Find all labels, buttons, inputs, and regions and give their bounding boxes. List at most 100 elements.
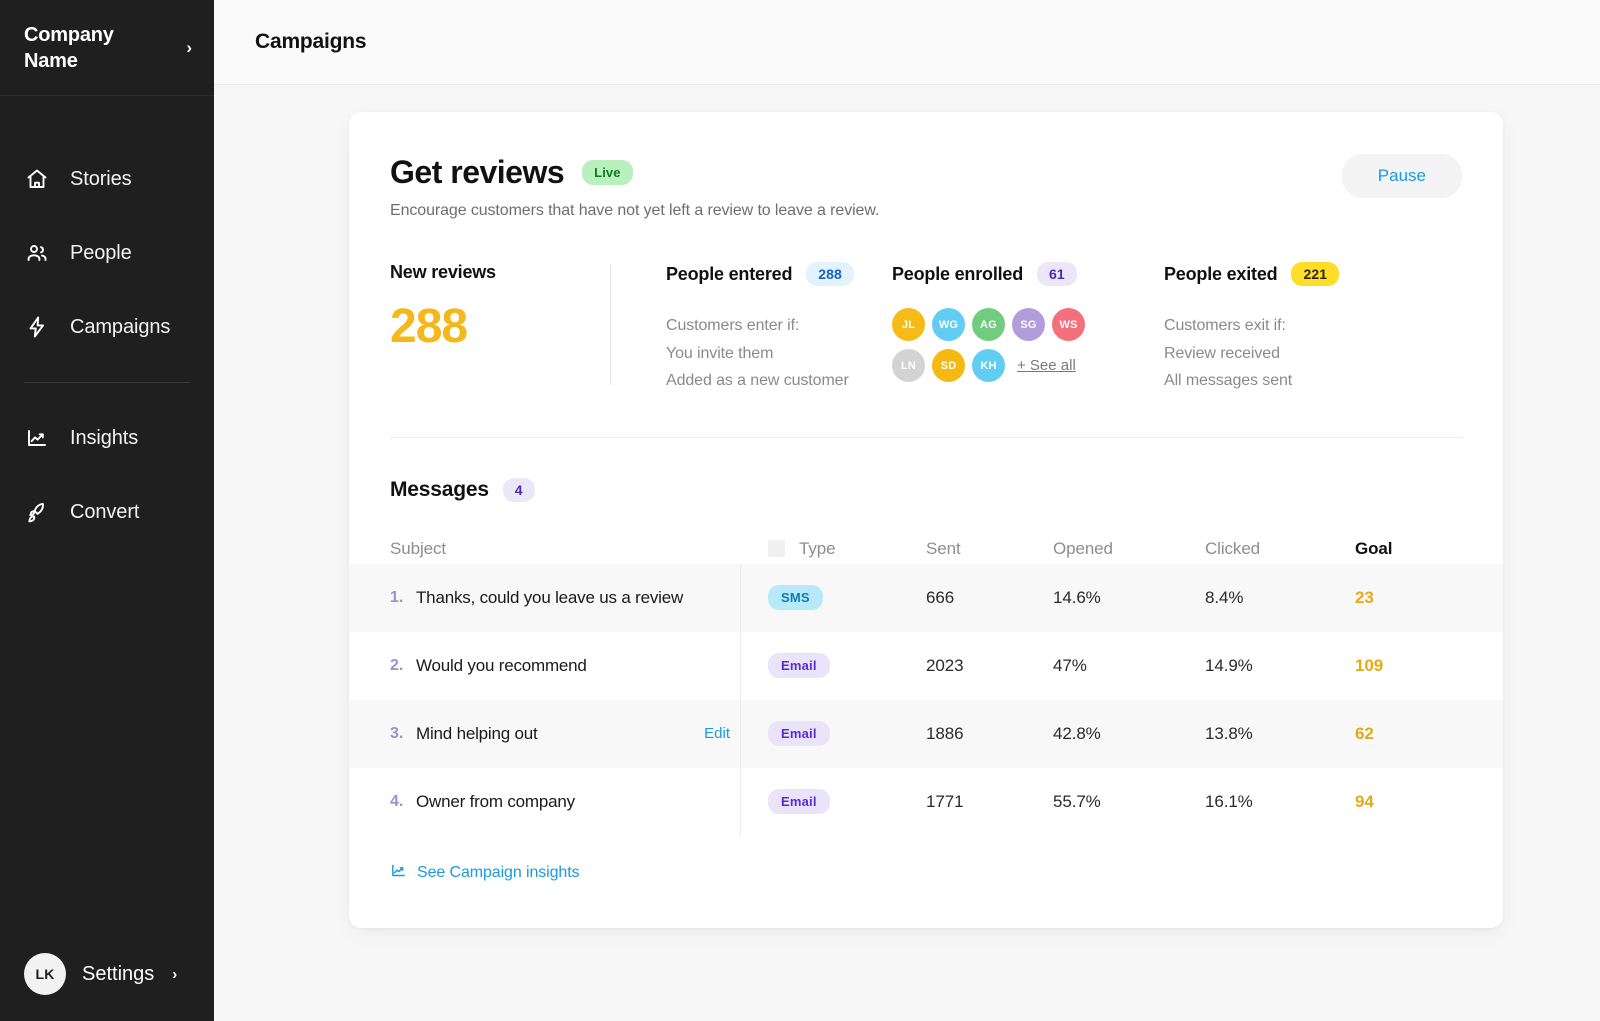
message-subject: Owner from company [416, 792, 575, 812]
message-subject: Would you recommend [416, 656, 587, 676]
stat-header: People entered 288 [666, 262, 880, 286]
people-enrolled-count: 61 [1037, 262, 1077, 286]
cell-clicked: 16.1% [1205, 792, 1355, 812]
cell-sent: 1886 [926, 724, 1053, 744]
avatar[interactable]: KH [972, 349, 1005, 382]
stat-people-entered: People entered 288 Customers enter if: Y… [610, 262, 880, 395]
chart-line-icon [390, 862, 407, 884]
avatar[interactable]: LN [892, 349, 925, 382]
sidebar-nav: Stories People Campaigns Insights [0, 96, 214, 549]
top-bar: Campaigns [214, 0, 1600, 85]
stat-label: People entered [666, 264, 792, 285]
sidebar-item-people[interactable]: People [0, 216, 214, 290]
exit-condition-line: Customers exit if: [1164, 312, 1452, 340]
new-reviews-value: 288 [390, 299, 610, 354]
table-row[interactable]: 3.Mind helping outEditEmail188642.8%13.8… [349, 700, 1503, 768]
campaign-title-row: Get reviews Live [390, 154, 879, 191]
stat-people-exited: People exited 221 Customers exit if: Rev… [1152, 262, 1452, 395]
insights-link-label: See Campaign insights [417, 864, 579, 882]
enter-condition-line: You invite them [666, 340, 880, 368]
sidebar-item-label: Campaigns [70, 316, 170, 339]
cell-goal: 109 [1355, 656, 1435, 676]
messages-header: Messages 4 [390, 438, 1462, 502]
cell-sent: 666 [926, 588, 1053, 608]
type-filter-swatch[interactable] [768, 540, 785, 557]
enter-condition-line: Customers enter if: [666, 312, 880, 340]
table-column-divider [740, 564, 741, 836]
avatar[interactable]: SG [1012, 308, 1045, 341]
messages-table: Subject Type Sent Opened Clicked Goal 1.… [349, 534, 1503, 836]
enter-conditions: Customers enter if: You invite them Adde… [666, 312, 880, 395]
campaign-description: Encourage customers that have not yet le… [390, 202, 879, 220]
avatar[interactable]: WS [1052, 308, 1085, 341]
rocket-icon [24, 499, 50, 525]
type-badge: Email [768, 653, 830, 678]
sidebar-item-insights[interactable]: Insights [0, 401, 214, 475]
column-header-opened: Opened [1053, 539, 1205, 559]
column-header-clicked: Clicked [1205, 539, 1355, 559]
stat-divider [610, 264, 611, 385]
table-row[interactable]: 1.Thanks, could you leave us a reviewSMS… [349, 564, 1503, 632]
see-campaign-insights-link[interactable]: See Campaign insights [349, 836, 1503, 928]
chevron-right-icon: › [172, 966, 177, 983]
stat-label: New reviews [390, 262, 496, 283]
avatar[interactable]: JL [892, 308, 925, 341]
exit-condition-line: All messages sent [1164, 367, 1452, 395]
stat-people-enrolled: People enrolled 61 JLWGAGSGWSLNSDKH+ See… [880, 262, 1152, 395]
table-row[interactable]: 4.Owner from companyEmail177155.7%16.1%9… [349, 768, 1503, 836]
edit-link[interactable]: Edit [704, 725, 740, 742]
row-index: 3. [390, 725, 416, 743]
table-row[interactable]: 2.Would you recommendEmail202347%14.9%10… [349, 632, 1503, 700]
sidebar-item-campaigns[interactable]: Campaigns [0, 290, 214, 364]
home-icon [24, 166, 50, 192]
page-title: Campaigns [255, 30, 366, 54]
table-header-row: Subject Type Sent Opened Clicked Goal [349, 534, 1503, 564]
cell-goal: 62 [1355, 724, 1435, 744]
settings-button[interactable]: LK Settings › [24, 953, 190, 995]
campaign-title: Get reviews [390, 154, 564, 191]
chart-line-icon [24, 425, 50, 451]
content-scroll: Get reviews Live Encourage customers tha… [214, 85, 1600, 928]
cell-sent: 1771 [926, 792, 1053, 812]
cell-opened: 47% [1053, 656, 1205, 676]
cell-clicked: 14.9% [1205, 656, 1355, 676]
campaign-header: Get reviews Live Encourage customers tha… [390, 112, 1462, 220]
sidebar-item-label: People [70, 242, 132, 265]
type-badge: Email [768, 789, 830, 814]
column-header-sent: Sent [926, 539, 1053, 559]
app-root: Company Name › Stories People Campa [0, 0, 1600, 1021]
type-badge: Email [768, 721, 830, 746]
cell-type: Email [740, 721, 926, 746]
exit-conditions: Customers exit if: Review received All m… [1164, 312, 1452, 395]
avatar[interactable]: SD [932, 349, 965, 382]
status-badge: Live [582, 160, 632, 185]
people-exited-count: 221 [1291, 262, 1339, 286]
stat-header: New reviews [390, 262, 610, 283]
sidebar-item-label: Convert [70, 501, 139, 524]
avatar[interactable]: WG [932, 308, 965, 341]
sidebar-item-convert[interactable]: Convert [0, 475, 214, 549]
lightning-icon [24, 314, 50, 340]
see-all-link[interactable]: + See all [1017, 357, 1076, 374]
sidebar-item-label: Insights [70, 427, 138, 450]
sidebar-item-stories[interactable]: Stories [0, 142, 214, 216]
company-switcher[interactable]: Company Name › [0, 0, 214, 96]
pause-button[interactable]: Pause [1342, 154, 1462, 198]
cell-clicked: 13.8% [1205, 724, 1355, 744]
people-entered-count: 288 [806, 262, 854, 286]
cell-clicked: 8.4% [1205, 588, 1355, 608]
cell-opened: 42.8% [1053, 724, 1205, 744]
avatar[interactable]: AG [972, 308, 1005, 341]
enter-condition-line: Added as a new customer [666, 367, 880, 395]
cell-subject: 1.Thanks, could you leave us a review [390, 588, 740, 608]
cell-goal: 23 [1355, 588, 1435, 608]
settings-label: Settings [82, 963, 154, 986]
row-index: 4. [390, 793, 416, 811]
sidebar: Company Name › Stories People Campa [0, 0, 214, 1021]
people-icon [24, 240, 50, 266]
cell-subject: 4.Owner from company [390, 792, 740, 812]
stat-new-reviews: New reviews 288 [390, 262, 610, 395]
stat-label: People exited [1164, 264, 1277, 285]
campaign-title-block: Get reviews Live Encourage customers tha… [390, 154, 879, 220]
message-subject: Thanks, could you leave us a review [416, 588, 683, 608]
